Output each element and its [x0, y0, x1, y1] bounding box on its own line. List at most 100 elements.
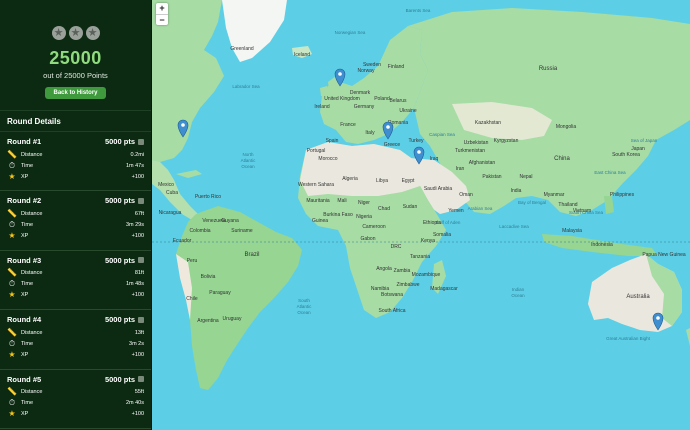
place-label: Australia: [626, 294, 650, 300]
place-label: Denmark: [350, 90, 371, 96]
place-label: Mexico: [158, 182, 174, 188]
back-to-history-button[interactable]: Back to History: [45, 87, 106, 99]
round-list: Round #1 5000 pts 📏 Distance 0.2mi ⏱ Time 1m…: [0, 132, 151, 429]
score-summary: ★ ★ ★ 25000 out of 25000 Points Back to …: [0, 0, 151, 110]
place-label: Morocco: [318, 156, 337, 162]
xp-value: +100: [131, 411, 144, 418]
place-label: Indonesia: [591, 242, 613, 248]
round-points: 5000 pts: [104, 255, 135, 265]
ruler-icon: 📏: [7, 387, 17, 397]
distance-label: Distance: [21, 210, 43, 217]
place-label: Turkey: [408, 138, 424, 144]
map-icon: [138, 316, 144, 323]
stopwatch-icon: ⏱: [8, 219, 16, 229]
sea-label: Bay of Bengal: [518, 200, 546, 205]
round-title: Round #4: [7, 315, 42, 325]
place-label: DRC: [391, 244, 402, 250]
sea-label: Caspian Sea: [429, 132, 455, 137]
sea-label: Barents Sea: [406, 8, 431, 13]
star-icon: ★: [68, 26, 83, 40]
place-label: Colombia: [189, 228, 210, 234]
star-icon: ★: [8, 171, 16, 181]
place-label: Somalia: [433, 232, 451, 238]
place-label: Turkmenistan: [455, 148, 485, 154]
place-label: Kazakhstan: [475, 120, 501, 126]
place-label: Madagascar: [430, 286, 458, 292]
place-label: Malaysia: [562, 228, 582, 234]
sea-label: Sea of Japan: [631, 138, 658, 143]
star-icon: ★: [8, 349, 16, 359]
place-label: Algeria: [342, 176, 358, 182]
sea-label: Great Australian Bight: [606, 336, 651, 341]
zoom-in-button[interactable]: +: [156, 3, 168, 14]
round-card[interactable]: Round #5 5000 pts 📏 Distance 55ft ⏱ Time 2m …: [0, 370, 151, 429]
zoom-out-button[interactable]: −: [156, 14, 168, 25]
distance-label: Distance: [21, 329, 43, 336]
place-label: Cameroon: [362, 224, 386, 230]
place-label: Pakistan: [482, 174, 501, 180]
place-label: Argentina: [197, 318, 219, 324]
place-label: Puerto Rico: [195, 194, 221, 200]
time-label: Time: [21, 340, 34, 347]
ruler-icon: 📏: [7, 208, 17, 218]
results-screen: ★ ★ ★ 25000 out of 25000 Points Back to …: [0, 0, 690, 430]
xp-value: +100: [131, 351, 144, 358]
place-label: Egypt: [402, 178, 415, 184]
place-label: Kenya: [421, 238, 435, 244]
round-title: Round #3: [7, 255, 42, 265]
place-label: Ukraine: [399, 108, 416, 114]
place-label: Western Sahara: [298, 182, 334, 188]
sea-label: Arabian Sea: [468, 206, 493, 211]
place-label: South Africa: [379, 308, 406, 314]
place-label: Iraq: [430, 156, 439, 162]
place-label: China: [554, 156, 570, 162]
place-label: Peru: [187, 258, 198, 264]
place-label: Myanmar: [544, 192, 565, 198]
ocean-label: Atlantic: [241, 158, 257, 163]
ruler-icon: 📏: [7, 149, 17, 159]
place-label: Poland: [374, 96, 390, 102]
round-points: 5000 pts: [104, 315, 135, 325]
distance-value: 81ft: [134, 270, 144, 277]
place-label: Nicaragua: [159, 210, 182, 216]
ocean-label: Indian: [512, 287, 525, 292]
map-icon: [138, 197, 144, 204]
place-label: Libya: [376, 178, 388, 184]
place-label: Iceland: [294, 52, 310, 58]
time-label: Time: [21, 281, 34, 288]
distance-value: 0.2mi: [130, 151, 144, 158]
place-label: Norway: [358, 68, 375, 74]
place-label: Suriname: [231, 228, 253, 234]
place-label: Italy: [365, 130, 375, 136]
round-card[interactable]: Round #4 5000 pts 📏 Distance 13ft ⏱ Time 3m …: [0, 310, 151, 370]
world-map[interactable]: North Atlantic Ocean South Atlantic Ocea…: [152, 0, 690, 430]
ruler-icon: 📏: [7, 268, 17, 278]
zoom-control: + −: [156, 3, 168, 25]
place-label: Greenland: [230, 46, 254, 52]
place-label: Vietnam: [573, 208, 591, 214]
place-label: Angola: [376, 266, 392, 272]
time-value: 1m 48s: [125, 281, 144, 288]
place-label: India: [511, 188, 522, 194]
place-label: Portugal: [307, 148, 326, 154]
place-label: France: [340, 122, 356, 128]
round-card[interactable]: Round #2 5000 pts 📏 Distance 67ft ⏱ Time 3m …: [0, 191, 151, 251]
round-points: 5000 pts: [104, 374, 135, 384]
round-points: 5000 pts: [104, 137, 135, 146]
stopwatch-icon: ⏱: [8, 398, 16, 408]
map-canvas[interactable]: North Atlantic Ocean South Atlantic Ocea…: [152, 0, 690, 430]
distance-label: Distance: [21, 389, 43, 396]
place-label: Zimbabwe: [396, 282, 419, 288]
xp-label: XP: [21, 173, 29, 180]
place-label: Paraguay: [209, 290, 231, 296]
star-icon: ★: [51, 26, 66, 40]
place-label: Niger: [358, 200, 370, 206]
ruler-icon: 📏: [7, 327, 17, 337]
round-card[interactable]: Round #1 5000 pts 📏 Distance 0.2mi ⏱ Time 1m…: [0, 132, 151, 192]
place-label: Botswana: [381, 292, 403, 298]
place-label: Spain: [326, 138, 339, 144]
place-label: Saudi Arabia: [424, 186, 453, 192]
ocean-label: South: [298, 298, 310, 303]
place-label: Kyrgyzstan: [494, 138, 519, 144]
round-card[interactable]: Round #3 5000 pts 📏 Distance 81ft ⏱ Time 1m …: [0, 251, 151, 311]
